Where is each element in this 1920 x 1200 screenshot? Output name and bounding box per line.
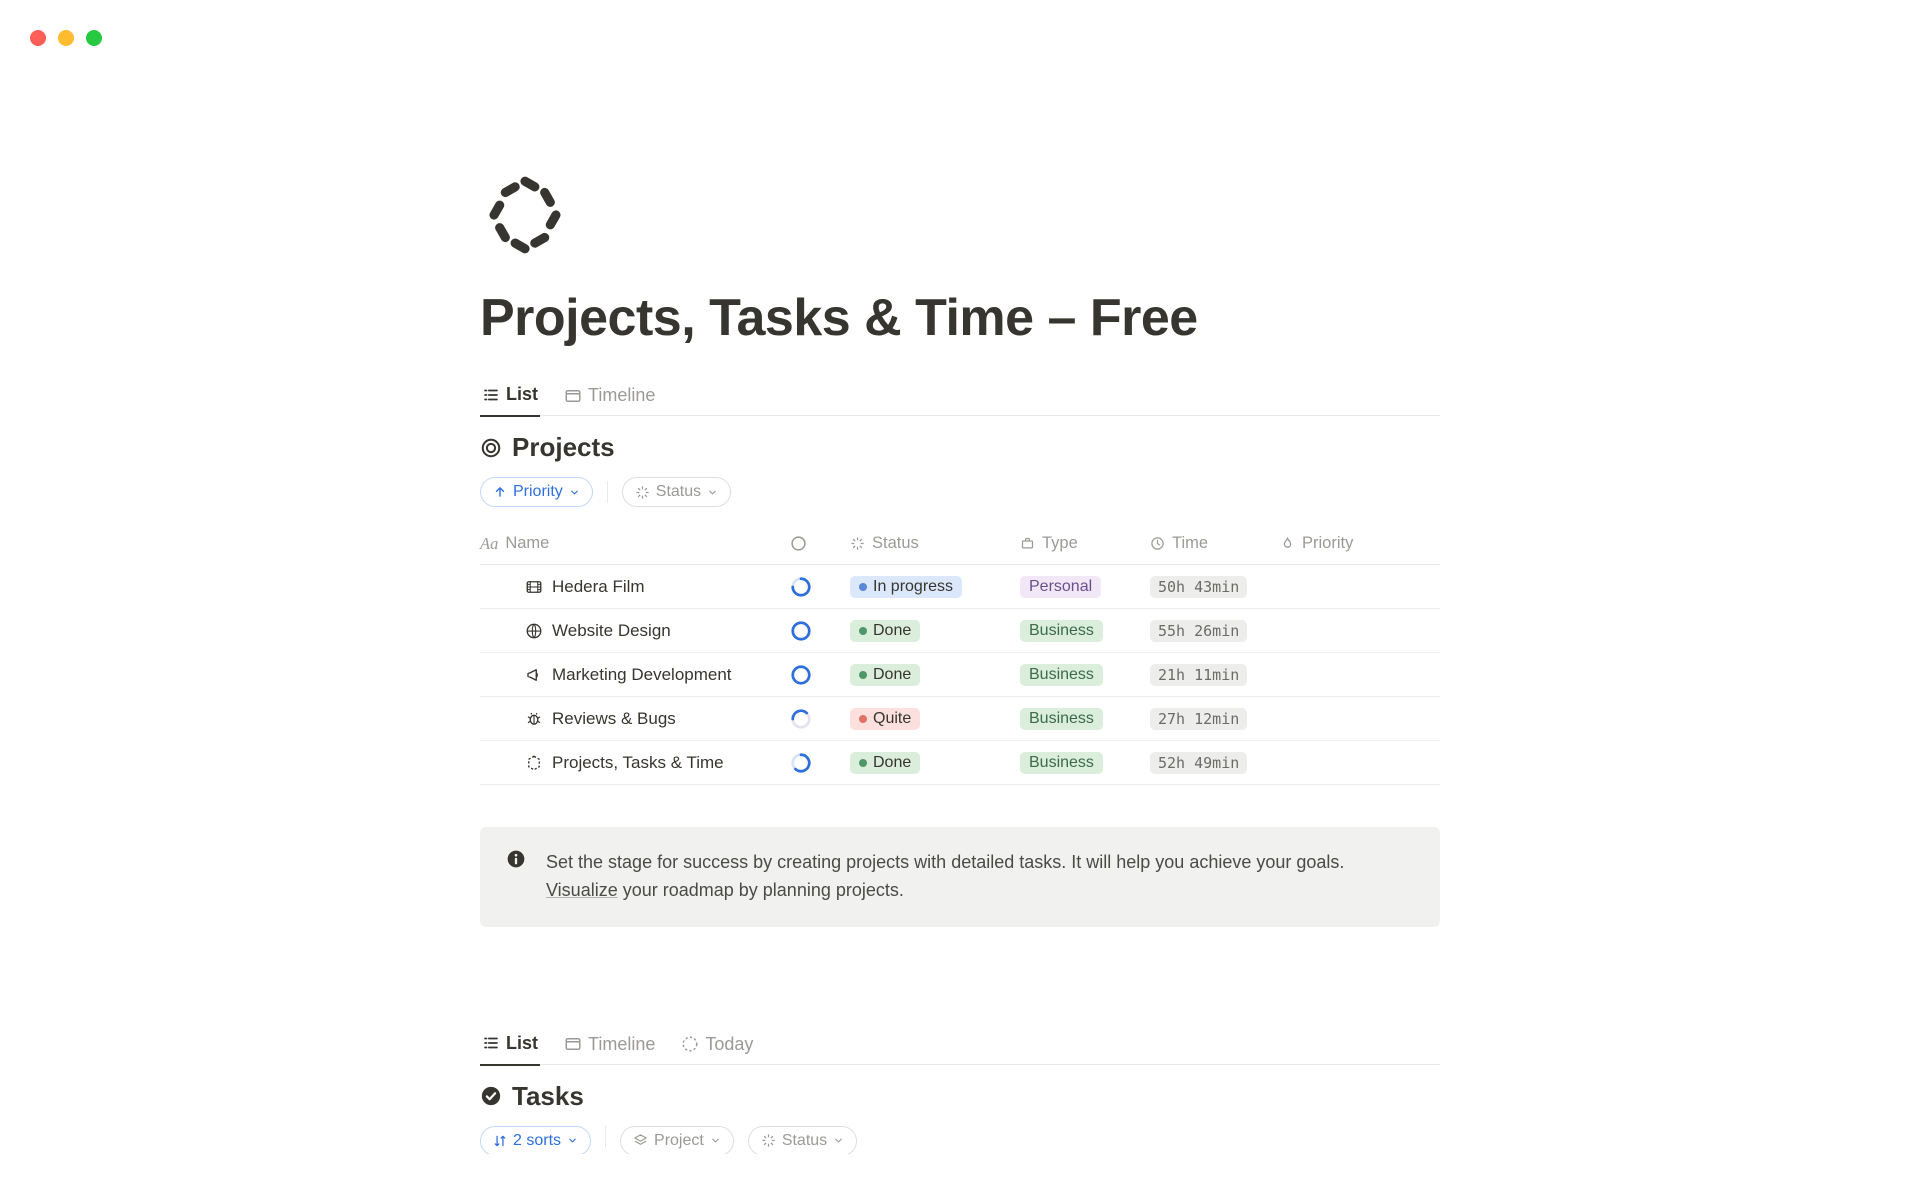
col-type[interactable]: Type <box>1020 534 1150 553</box>
projects-table: Aa Name Status Type Time <box>480 523 1440 785</box>
filter-sorts[interactable]: 2 sorts <box>480 1126 591 1154</box>
progress-circle-icon <box>790 576 812 598</box>
target-icon <box>480 437 502 459</box>
filter-project[interactable]: Project <box>620 1126 734 1154</box>
type-badge: Business <box>1020 708 1103 730</box>
flame-icon <box>1280 536 1295 551</box>
window-traffic-lights <box>30 30 102 46</box>
chevron-down-icon <box>710 1135 721 1146</box>
tasks-filters: 2 sorts Project Status <box>480 1126 1440 1154</box>
status-badge: Quite <box>850 708 920 730</box>
row-name: Projects, Tasks & Time <box>552 753 724 773</box>
status-spinner-icon <box>850 536 865 551</box>
chevron-down-icon <box>567 1135 578 1146</box>
progress-icon <box>790 535 807 552</box>
status-badge: Done <box>850 664 920 686</box>
megaphone-icon <box>524 665 544 685</box>
info-callout: Set the stage for success by creating pr… <box>480 827 1440 927</box>
text-icon: Aa <box>480 534 498 554</box>
time-value: 50h 43min <box>1150 576 1247 598</box>
projects-filters: Priority Status <box>480 477 1440 507</box>
callout-text: Set the stage for success by creating pr… <box>546 849 1414 905</box>
col-time[interactable]: Time <box>1150 534 1280 553</box>
today-icon <box>681 1035 699 1053</box>
row-name: Marketing Development <box>552 665 732 685</box>
filter-status[interactable]: Status <box>748 1126 857 1154</box>
minimize-window-icon[interactable] <box>58 30 74 46</box>
time-value: 52h 49min <box>1150 752 1247 774</box>
progress-circle-icon <box>790 708 812 730</box>
progress-circle-icon <box>790 620 812 642</box>
progress-circle-icon <box>790 664 812 686</box>
visualize-link[interactable]: Visualize <box>546 880 618 900</box>
table-row[interactable]: Hedera Film In progress Personal 50h 43m… <box>480 565 1440 609</box>
divider <box>607 481 608 503</box>
table-row[interactable]: Projects, Tasks & Time Done Business 52h… <box>480 741 1440 785</box>
table-row[interactable]: Marketing Development Done Business 21h … <box>480 653 1440 697</box>
tasks-view-tabs: List Timeline Today <box>480 1027 1440 1065</box>
row-name: Reviews & Bugs <box>552 709 676 729</box>
bug-icon <box>524 709 544 729</box>
time-value: 55h 26min <box>1150 620 1247 642</box>
table-row[interactable]: Reviews & Bugs Quite Business 27h 12min <box>480 697 1440 741</box>
tab-list[interactable]: List <box>480 378 540 417</box>
row-name: Website Design <box>552 621 671 641</box>
status-spinner-icon <box>635 485 650 500</box>
timeline-icon <box>564 1035 582 1053</box>
chevron-down-icon <box>707 487 718 498</box>
hexagon-outline-icon <box>524 753 544 773</box>
film-icon <box>524 577 544 597</box>
chevron-down-icon <box>569 487 580 498</box>
arrow-up-icon <box>493 485 507 499</box>
status-spinner-icon <box>761 1133 776 1148</box>
projects-view-tabs: List Timeline <box>480 378 1440 416</box>
type-badge: Business <box>1020 620 1103 642</box>
page-content: Projects, Tasks & Time – Free List Timel… <box>480 0 1440 1154</box>
close-window-icon[interactable] <box>30 30 46 46</box>
tasks-heading: Tasks <box>480 1081 1440 1112</box>
chevron-down-icon <box>833 1135 844 1146</box>
col-priority[interactable]: Priority <box>1280 534 1420 553</box>
tab-list[interactable]: List <box>480 1027 540 1066</box>
list-icon <box>482 1034 500 1052</box>
briefcase-icon <box>1020 536 1035 551</box>
col-name[interactable]: Aa Name <box>480 534 790 554</box>
status-badge: In progress <box>850 576 962 598</box>
tab-timeline[interactable]: Timeline <box>562 378 657 417</box>
globe-icon <box>524 621 544 641</box>
divider <box>605 1126 606 1148</box>
checkmark-circle-icon <box>480 1085 502 1107</box>
type-badge: Business <box>1020 664 1103 686</box>
row-name: Hedera Film <box>552 577 645 597</box>
table-header: Aa Name Status Type Time <box>480 523 1440 565</box>
tab-today[interactable]: Today <box>679 1027 755 1066</box>
col-progress[interactable] <box>790 535 850 552</box>
list-icon <box>482 386 500 404</box>
tab-timeline[interactable]: Timeline <box>562 1027 657 1066</box>
projects-heading: Projects <box>480 432 1440 463</box>
maximize-window-icon[interactable] <box>86 30 102 46</box>
sort-icon <box>493 1134 507 1148</box>
status-badge: Done <box>850 752 920 774</box>
timeline-icon <box>564 387 582 405</box>
clock-icon <box>1150 536 1165 551</box>
stack-icon <box>633 1133 648 1148</box>
filter-status[interactable]: Status <box>622 477 731 507</box>
type-badge: Personal <box>1020 576 1101 598</box>
filter-priority[interactable]: Priority <box>480 477 593 507</box>
status-badge: Done <box>850 620 920 642</box>
col-status[interactable]: Status <box>850 534 1020 553</box>
page-title[interactable]: Projects, Tasks & Time – Free <box>480 288 1440 348</box>
table-row[interactable]: Website Design Done Business 55h 26min <box>480 609 1440 653</box>
time-value: 27h 12min <box>1150 708 1247 730</box>
info-icon <box>506 849 526 905</box>
page-icon[interactable] <box>480 170 1440 260</box>
type-badge: Business <box>1020 752 1103 774</box>
time-value: 21h 11min <box>1150 664 1247 686</box>
progress-circle-icon <box>790 752 812 774</box>
